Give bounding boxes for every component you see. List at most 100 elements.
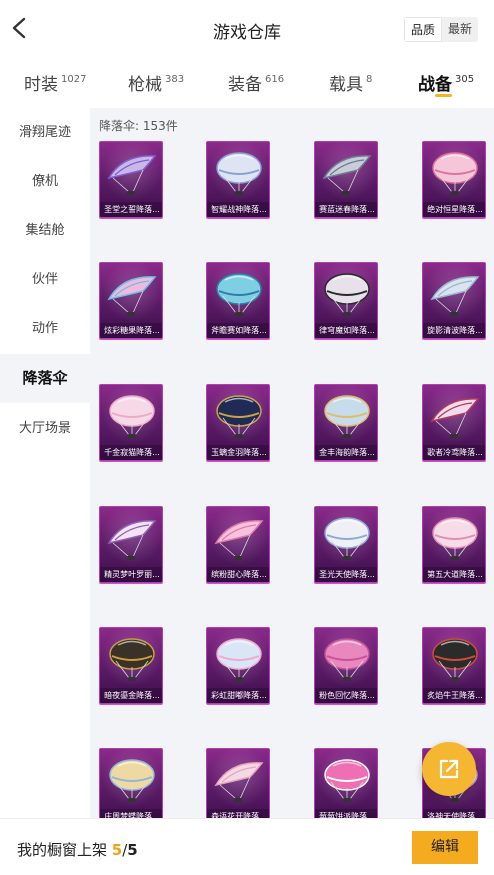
parachute-card: 暗夜鎏金降落... [99, 627, 163, 704]
parachute-item[interactable]: 庄周梦蝶降落... [99, 748, 163, 818]
parachute-card: 旋影清波降落... [422, 262, 486, 339]
tab-vehicles[interactable]: 载具 8 [329, 70, 372, 95]
parachute-item[interactable]: 赛蓝迷春降落... [314, 141, 378, 219]
parachute-card: 斧瞻赛如降落... [206, 262, 270, 339]
parachute-icon [107, 155, 157, 195]
sort-toggle: 品质 最新 [404, 17, 478, 42]
parachute-name: 玉螭金羽降落... [207, 445, 269, 460]
parachute-card: 歌者冷鸢降落... [422, 384, 486, 461]
showcase-total-count: 5 [127, 841, 138, 859]
parachute-icon [430, 398, 480, 438]
parachute-item[interactable]: 彩虹甜嘟降落... [206, 627, 270, 705]
parachute-name: 赛蓝迷春降落... [315, 202, 377, 217]
sort-quality-option[interactable]: 品质 [404, 17, 442, 42]
parachute-card: 千金寂猫降落... [99, 384, 163, 461]
parachute-name: 洛神天使降落... [423, 809, 485, 818]
parachute-card: 缤粉甜心降落... [206, 506, 270, 583]
parachute-name: 千金寂猫降落... [100, 445, 162, 460]
parachute-item[interactable]: 暗夜鎏金降落... [99, 627, 163, 705]
showcase-shelf-label: 我的橱窗上架 5/5 [17, 839, 138, 860]
parachute-item[interactable]: 圣光天使降落... [314, 506, 378, 584]
parachute-icon [216, 273, 262, 316]
parachute-icon [109, 395, 155, 438]
parachute-name: 莓莓饼派降落... [315, 809, 377, 818]
share-button[interactable] [422, 742, 476, 796]
parachute-icon [324, 759, 370, 802]
sidebar-item-assembly-pod[interactable]: 集结舱 [0, 206, 90, 255]
parachute-name: 精灵梦叶罗丽... [100, 567, 162, 582]
parachute-item[interactable]: 律穹魔如降落... [314, 262, 378, 340]
parachute-icon [324, 273, 370, 316]
category-tabs: 时装 1027 枪械 383 装备 616 载具 8 战备 305 [0, 58, 494, 108]
parachute-card: 圣堂之誓降落... [99, 141, 163, 218]
parachute-name: 圣堂之誓降落... [100, 202, 162, 217]
parachute-name: 暗夜鎏金降落... [100, 688, 162, 703]
parachute-card: 彩虹甜嘟降落... [206, 627, 270, 704]
parachute-icon [322, 155, 372, 195]
parachute-card: 金丰海韵降落... [314, 384, 378, 461]
tab-label: 时装 [24, 75, 58, 95]
parachute-name: 庄周梦蝶降落... [100, 809, 162, 818]
parachute-item[interactable]: 斧瞻赛如降落... [206, 262, 270, 340]
parachute-item[interactable]: 精灵梦叶罗丽... [99, 506, 163, 584]
tab-firearms[interactable]: 枪械 383 [128, 70, 184, 95]
active-tab-indicator [435, 94, 452, 97]
parachute-icon [214, 762, 264, 802]
parachute-card: 炫彩糖果降落... [99, 262, 163, 339]
parachute-card: 精灵梦叶罗丽... [99, 506, 163, 583]
parachute-icon [432, 517, 478, 560]
parachute-item[interactable]: 森语花开降落... [206, 748, 270, 818]
parachute-icon [214, 520, 264, 560]
share-icon [439, 759, 459, 779]
parachute-item[interactable]: 绝对恒星降落... [422, 141, 486, 219]
parachute-item[interactable]: 旋影清波降落... [422, 262, 486, 340]
parachute-item[interactable]: 智耀战神降落... [206, 141, 270, 219]
parachute-card: 玉螭金羽降落... [206, 384, 270, 461]
parachute-item[interactable]: 第五大道降落... [422, 506, 486, 584]
parachute-icon [432, 152, 478, 195]
sidebar-item-lobby-scene[interactable]: 大厅场景 [0, 404, 90, 453]
parachute-item[interactable]: 玉螭金羽降落... [206, 384, 270, 462]
sidebar-item-wingman[interactable]: 僚机 [0, 157, 90, 206]
parachute-item[interactable]: 缤粉甜心降落... [206, 506, 270, 584]
item-count-label: 降落伞: 153件 [99, 119, 178, 133]
parachute-name: 智耀战神降落... [207, 202, 269, 217]
parachute-item[interactable]: 金丰海韵降落... [314, 384, 378, 462]
parachute-icon [216, 395, 262, 438]
parachute-name: 律穹魔如降落... [315, 323, 377, 338]
parachute-card: 庄周梦蝶降落... [99, 748, 163, 818]
parachute-item[interactable]: 粉色回忆降落... [314, 627, 378, 705]
sidebar-item-glide-trail[interactable]: 滑翔尾迹 [0, 108, 90, 157]
tab-battle-gear[interactable]: 战备 305 [418, 70, 474, 95]
tab-count: 8 [366, 74, 373, 85]
parachute-item[interactable]: 炙焰牛王降落... [422, 627, 486, 705]
parachute-name: 缤粉甜心降落... [207, 567, 269, 582]
parachute-item[interactable]: 千金寂猫降落... [99, 384, 163, 462]
parachute-name: 第五大道降落... [423, 567, 485, 582]
parachute-item[interactable]: 炫彩糖果降落... [99, 262, 163, 340]
parachute-name: 金丰海韵降落... [315, 445, 377, 460]
parachute-card: 智耀战神降落... [206, 141, 270, 218]
parachute-item[interactable]: 莓莓饼派降落... [314, 748, 378, 818]
sidebar-item-emote[interactable]: 动作 [0, 304, 90, 353]
sort-newest-option[interactable]: 最新 [442, 17, 478, 42]
sidebar-item-partner[interactable]: 伙伴 [0, 255, 90, 304]
tab-count: 383 [165, 74, 185, 85]
showcase-label-text: 我的橱窗上架 [17, 841, 108, 859]
tab-count: 305 [455, 74, 475, 85]
sidebar: 滑翔尾迹 僚机 集结舱 伙伴 动作 降落伞 大厅场景 [0, 108, 90, 818]
tab-equipment[interactable]: 装备 616 [228, 70, 284, 95]
tab-fashion[interactable]: 时装 1027 [24, 70, 86, 95]
parachute-card: 绝对恒星降落... [422, 141, 486, 218]
parachute-name: 炙焰牛王降落... [423, 688, 485, 703]
edit-button[interactable]: 编辑 [412, 831, 478, 864]
bottom-bar: 我的橱窗上架 5/5 编辑 [0, 818, 494, 875]
parachute-item[interactable]: 圣堂之誓降落... [99, 141, 163, 219]
parachute-name: 圣光天使降落... [315, 567, 377, 582]
parachute-icon [324, 638, 370, 681]
parachute-item[interactable]: 歌者冷鸢降落... [422, 384, 486, 462]
parachute-card: 森语花开降落... [206, 748, 270, 818]
parachute-icon [324, 517, 370, 560]
item-grid-panel: 降落伞: 153件 圣堂之誓降落... 智耀战神降落... 赛蓝迷春降落... 绝对恒… [90, 108, 494, 818]
sidebar-item-parachute[interactable]: 降落伞 [0, 354, 90, 403]
